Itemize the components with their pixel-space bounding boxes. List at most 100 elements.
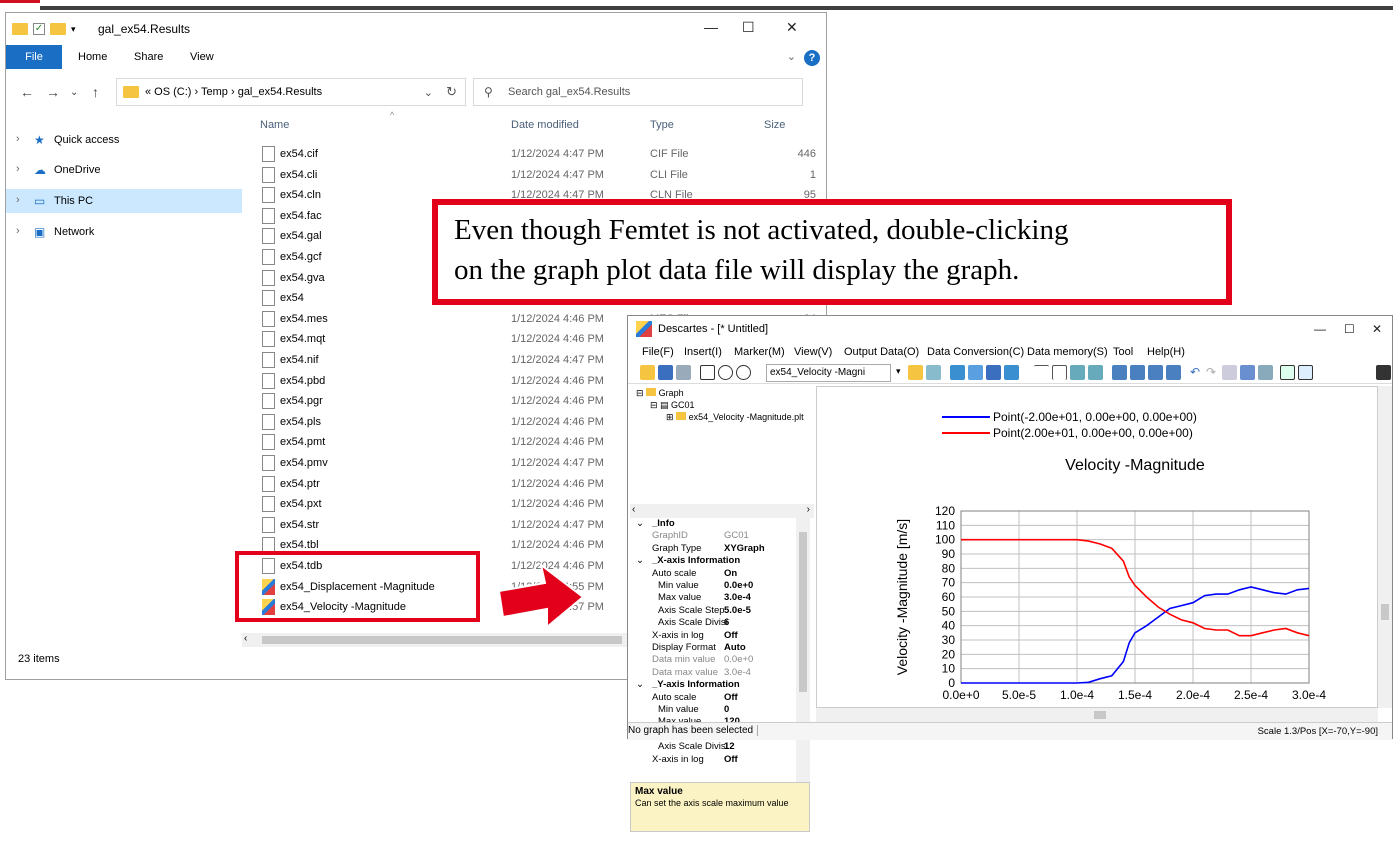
recent-locations-icon[interactable]: ⌄ bbox=[70, 87, 78, 98]
column-header-date[interactable]: Date modified bbox=[511, 119, 579, 131]
property-category[interactable]: ⌄ _Y-axis Information bbox=[630, 679, 800, 691]
property-category[interactable]: ⌄ _X-axis Information bbox=[630, 555, 800, 567]
menu-insert[interactable]: Insert(I) bbox=[684, 346, 722, 358]
zoom-out-icon[interactable] bbox=[1130, 365, 1145, 380]
scroll-thumb[interactable] bbox=[1094, 711, 1106, 719]
column-header-type[interactable]: Type bbox=[650, 119, 674, 131]
maximize-icon[interactable]: ☐ bbox=[1344, 322, 1355, 336]
property-row[interactable]: Display Format Auto bbox=[630, 642, 800, 654]
property-row[interactable]: Axis Scale Divisi 12 bbox=[630, 741, 800, 753]
graph-pane[interactable]: 0 10 20 30 40 50 60 70 80 90 100 110 120 0.0e+0 5.0e-5… bbox=[816, 386, 1378, 731]
expand-icon[interactable]: › bbox=[16, 194, 20, 206]
maximize-icon[interactable]: ☐ bbox=[742, 19, 755, 36]
globe-icon[interactable] bbox=[736, 365, 751, 380]
export-icon[interactable] bbox=[1258, 365, 1273, 380]
nav-item-quick-access[interactable]: › ★ Quick access bbox=[6, 128, 242, 152]
menu-data-conversion[interactable]: Data Conversion(C) bbox=[927, 346, 1024, 358]
open-file-icon[interactable] bbox=[640, 365, 655, 380]
menu-tool[interactable]: Tool bbox=[1113, 346, 1133, 358]
chart-area-icon[interactable] bbox=[1298, 365, 1313, 380]
bridge-icon[interactable] bbox=[1004, 365, 1019, 380]
property-row[interactable]: Auto scale Off bbox=[630, 692, 800, 704]
property-category[interactable]: ⌄ _Info bbox=[630, 518, 800, 530]
scroll-left-icon[interactable]: ‹ bbox=[244, 633, 247, 644]
panel-toggle-icon[interactable] bbox=[1376, 365, 1391, 380]
property-row[interactable]: Graph Type XYGraph bbox=[630, 543, 800, 555]
menu-output-data[interactable]: Output Data(O) bbox=[844, 346, 919, 358]
marker-icon[interactable] bbox=[950, 365, 965, 380]
save-icon[interactable] bbox=[658, 365, 673, 380]
copy-graph-icon[interactable] bbox=[1222, 365, 1237, 380]
scroll-thumb[interactable] bbox=[799, 532, 807, 692]
expand-icon[interactable]: › bbox=[16, 225, 20, 237]
scroll-thumb[interactable] bbox=[1381, 604, 1389, 620]
close-icon[interactable]: ✕ bbox=[786, 19, 798, 36]
close-icon[interactable]: ✕ bbox=[1372, 322, 1382, 336]
copy-icon[interactable] bbox=[676, 365, 691, 380]
graph-vertical-scrollbar[interactable] bbox=[1378, 386, 1392, 708]
file-row[interactable]: ex54.cif 1/12/2024 4:47 PM CIF File 446 bbox=[258, 144, 826, 164]
minimize-icon[interactable]: — bbox=[704, 19, 718, 35]
graph-select-combo[interactable]: ex54_Velocity -Magni bbox=[766, 364, 891, 382]
nav-item-this-pc[interactable]: › ▭ This PC bbox=[6, 189, 242, 213]
nav-item-network[interactable]: › ▣ Network bbox=[6, 220, 242, 244]
graph-horizontal-scrollbar[interactable] bbox=[816, 708, 1378, 722]
expand-icon[interactable]: › bbox=[16, 163, 20, 175]
tree-node-gc01[interactable]: ⊟ ▤ GC01 bbox=[650, 400, 695, 411]
property-row[interactable]: Data max value 3.0e-4 bbox=[630, 667, 800, 679]
property-row[interactable]: Data min value 0.0e+0 bbox=[630, 654, 800, 666]
new-folder-icon[interactable] bbox=[50, 23, 66, 35]
people-icon[interactable] bbox=[968, 365, 983, 380]
forward-arrow-icon[interactable]: → bbox=[46, 84, 60, 100]
menu-file[interactable]: File(F) bbox=[642, 346, 674, 358]
tree-node-graph[interactable]: ⊟ Graph bbox=[636, 388, 684, 399]
property-row[interactable]: X-axis in log Off bbox=[630, 754, 800, 766]
column-header-name[interactable]: Name bbox=[260, 119, 289, 131]
zoom-in-icon[interactable] bbox=[1112, 365, 1127, 380]
file-row[interactable]: ex54.cli 1/12/2024 4:47 PM CLI File 1 bbox=[258, 165, 826, 185]
edit-icon[interactable] bbox=[926, 365, 941, 380]
ribbon-share-tab[interactable]: Share bbox=[134, 51, 163, 63]
collapse-icon[interactable]: ⌄ bbox=[636, 555, 644, 566]
help-icon[interactable]: ? bbox=[804, 50, 820, 66]
properties-icon[interactable]: ✓ bbox=[33, 23, 45, 35]
up-arrow-icon[interactable]: ↑ bbox=[92, 84, 99, 100]
menu-view[interactable]: View(V) bbox=[794, 346, 832, 358]
property-row[interactable]: Min value 0 bbox=[630, 704, 800, 716]
back-arrow-icon[interactable]: ← bbox=[20, 84, 34, 100]
minimize-icon[interactable]: — bbox=[1314, 322, 1326, 336]
property-row[interactable]: Axis Scale Divisi 6 bbox=[630, 617, 800, 629]
undo-icon[interactable]: ↶ bbox=[1190, 365, 1205, 380]
combo-dropdown-icon[interactable]: ▾ bbox=[896, 366, 901, 377]
expand-ribbon-icon[interactable]: ⌄ bbox=[787, 50, 796, 63]
tree-node-plt-file[interactable]: ⊞ ex54_Velocity -Magnitude.plt bbox=[666, 412, 804, 423]
property-row[interactable]: Min value 0.0e+0 bbox=[630, 580, 800, 592]
property-row[interactable]: Auto scale On bbox=[630, 568, 800, 580]
property-row[interactable]: Max value 3.0e-4 bbox=[630, 592, 800, 604]
polar-icon[interactable] bbox=[718, 365, 733, 380]
property-row[interactable]: GraphID GC01 bbox=[630, 530, 800, 542]
settings-icon[interactable] bbox=[1240, 365, 1255, 380]
expand-icon[interactable]: › bbox=[16, 133, 20, 145]
distribute-icon[interactable] bbox=[1088, 365, 1103, 380]
grid-icon[interactable] bbox=[700, 365, 715, 380]
column-header-size[interactable]: Size bbox=[764, 119, 785, 131]
property-row[interactable]: Axis Scale Step 5.0e-5 bbox=[630, 605, 800, 617]
property-row[interactable]: X-axis in log Off bbox=[630, 630, 800, 642]
chart-line-icon[interactable] bbox=[1280, 365, 1295, 380]
align-icon[interactable] bbox=[1070, 365, 1085, 380]
nav-item-onedrive[interactable]: › ☁ OneDrive bbox=[6, 158, 242, 182]
menu-marker[interactable]: Marker(M) bbox=[734, 346, 785, 358]
collapse-icon[interactable]: ⌄ bbox=[636, 679, 644, 690]
bracket-icon[interactable] bbox=[1052, 365, 1067, 380]
menu-data-memory[interactable]: Data memory(S) bbox=[1027, 346, 1108, 358]
zoom-fit-icon[interactable] bbox=[1148, 365, 1163, 380]
menu-help[interactable]: Help(H) bbox=[1147, 346, 1185, 358]
wave-icon[interactable] bbox=[986, 365, 1001, 380]
redo-icon[interactable]: ↷ bbox=[1206, 365, 1221, 380]
line-icon[interactable] bbox=[1034, 365, 1049, 380]
customize-dropdown-icon[interactable]: ▾ bbox=[71, 24, 76, 35]
refresh-icon[interactable]: ↻ bbox=[446, 84, 457, 100]
address-bar[interactable]: « OS (C:) › Temp › gal_ex54.Results ⌄ ↻ bbox=[116, 78, 466, 106]
search-input[interactable]: ⚲ Search gal_ex54.Results bbox=[473, 78, 803, 106]
